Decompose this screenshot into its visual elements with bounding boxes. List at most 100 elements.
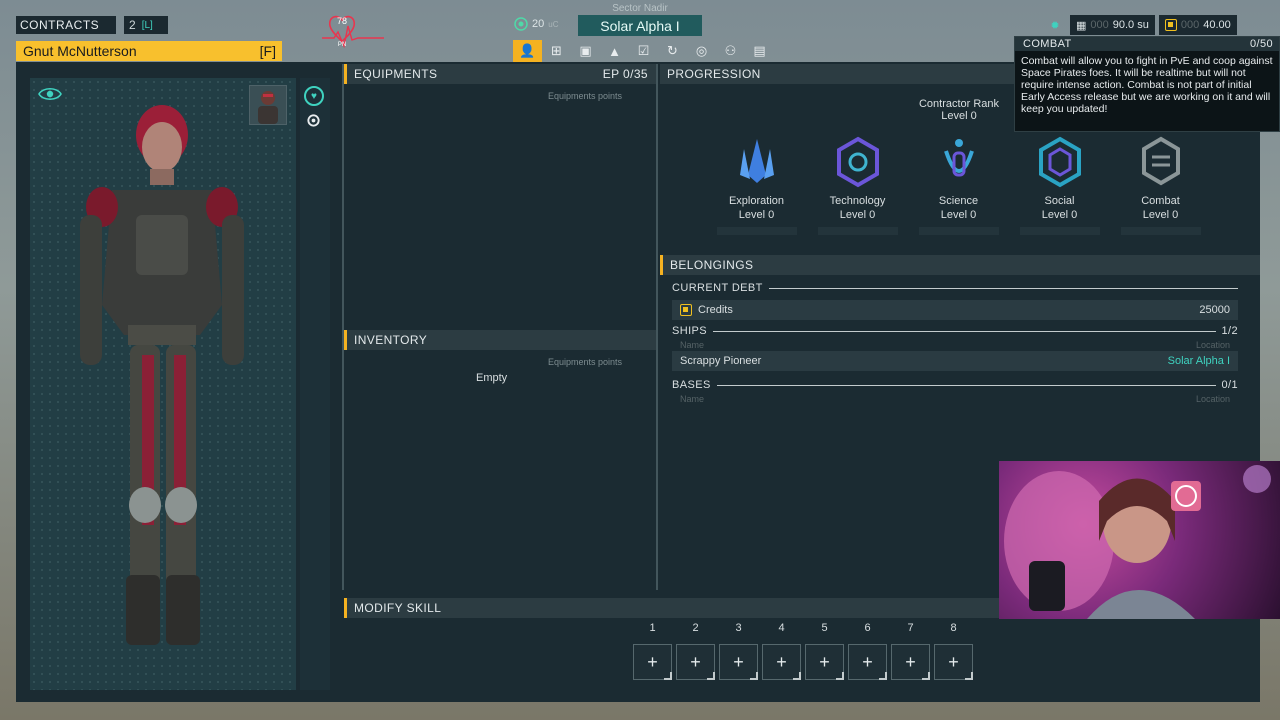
contracts-count: 2	[129, 18, 136, 32]
exploration-icon	[739, 139, 774, 183]
ship-list-item[interactable]: Scrappy Pioneer Solar Alpha I	[672, 351, 1238, 371]
ship-name: Scrappy Pioneer	[680, 355, 762, 367]
bases-count: 0/1	[1221, 379, 1238, 391]
add-skill-button[interactable]: +	[805, 644, 844, 680]
current-location[interactable]: Solar Alpha I	[578, 15, 702, 36]
skill-slot: 4 +	[762, 622, 801, 680]
storage-value: 90.0 su	[1112, 19, 1149, 31]
gear-icon[interactable]	[306, 113, 321, 128]
contracts-count-badge[interactable]: 2 [L]	[124, 16, 168, 34]
contracts-key-hint: [L]	[141, 19, 153, 31]
skill-slot: 5 +	[805, 622, 844, 680]
credit-coin-icon	[514, 17, 528, 31]
add-skill-button[interactable]: +	[719, 644, 758, 680]
tab-log[interactable]: ▤	[745, 40, 774, 62]
contracts-button[interactable]: CONTRACTS	[16, 16, 116, 34]
slot-number: 4	[778, 622, 785, 634]
tab-character[interactable]: 👤	[513, 40, 542, 62]
tab-skill-tree[interactable]: ⊞	[542, 40, 571, 62]
slot-number: 8	[950, 622, 957, 634]
health-monitor: 78 PN	[318, 12, 388, 52]
add-skill-button[interactable]: +	[676, 644, 715, 680]
add-skill-button[interactable]: +	[633, 644, 672, 680]
slot-number: 5	[821, 622, 828, 634]
character-model	[80, 105, 244, 645]
top-credits-value: 20	[532, 18, 545, 30]
sector-label: Sector Nadir	[612, 3, 668, 14]
tab-social[interactable]: ⚇	[716, 40, 745, 62]
skill-tree-icon: ⊞	[551, 43, 562, 58]
slot-number: 3	[735, 622, 742, 634]
tooltip-title: COMBAT	[1023, 38, 1072, 50]
tab-contracts[interactable]: ☑	[629, 40, 658, 62]
contractor-rank-label: Contractor Rank	[918, 98, 1000, 110]
column-location: Location	[1195, 340, 1230, 350]
character-icon: 👤	[519, 43, 536, 58]
skill-slot: 6 +	[848, 622, 887, 680]
equipments-points-label: Equipments points	[548, 91, 623, 101]
combat-tooltip: COMBAT 0/50 Combat will allow you to fig…	[1014, 36, 1280, 132]
credits-chip-icon	[680, 304, 692, 316]
add-skill-button[interactable]: +	[934, 644, 973, 680]
contractor-rank-level: Level 0	[941, 110, 977, 122]
add-skill-button[interactable]: +	[891, 644, 930, 680]
inventory-header: INVENTORY	[344, 330, 656, 350]
storage-indicator: ▦ 000 90.0 su	[1070, 15, 1155, 35]
belongings-header: BELONGINGS	[660, 255, 1260, 275]
divider-line	[713, 330, 1216, 332]
current-debt-label: CURRENT DEBT	[672, 282, 763, 294]
skill-level: Level 0	[1142, 209, 1179, 221]
progression-title: PROGRESSION	[667, 67, 761, 81]
tab-ship[interactable]: ▲	[600, 40, 629, 62]
checklist-icon: ☑	[637, 43, 650, 58]
bases-label: BASES	[672, 379, 711, 391]
credits-label: Credits	[698, 304, 733, 316]
skill-categories: Exploration Level 0 Technology Level 0 S…	[706, 135, 1226, 240]
bases-columns: Name Location	[672, 393, 1238, 405]
top-credits-unit: uC	[548, 19, 559, 29]
ship-location: Solar Alpha I	[1167, 355, 1230, 367]
fuel-indicator: 000 40.00	[1158, 15, 1237, 35]
modify-skill-title: MODIFY SKILL	[354, 601, 442, 615]
inventory-title: INVENTORY	[354, 333, 428, 347]
bug-report-icon[interactable]: ✹	[1044, 15, 1066, 35]
column-name: Name	[680, 340, 705, 350]
slot-number: 2	[692, 622, 699, 634]
webcam-image	[1004, 465, 1271, 619]
credits-row: Credits 25000	[672, 300, 1238, 320]
skill-technology[interactable]: Technology Level 0	[807, 135, 908, 240]
character-name-bar[interactable]: Gnut McNutterson [F]	[16, 41, 282, 61]
inventory-box-icon: ▣	[579, 43, 592, 58]
skill-slot: 8 +	[934, 622, 973, 680]
skill-progress-bar	[716, 227, 797, 235]
webcam-overlay	[999, 461, 1280, 619]
storage-dim-digits: 000	[1090, 19, 1109, 31]
skill-combat[interactable]: Combat Level 0	[1110, 135, 1211, 240]
column-name: Name	[680, 394, 705, 404]
slot-number: 1	[649, 622, 656, 634]
inventory-empty-label: Empty	[476, 372, 508, 384]
tab-history[interactable]: ↻	[658, 40, 687, 62]
column-divider	[656, 64, 658, 590]
add-skill-button[interactable]: +	[848, 644, 887, 680]
skill-progress-bar	[1120, 227, 1201, 235]
favorite-heart-icon[interactable]: ♥	[304, 86, 324, 106]
inventory-points-label: Equipments points	[548, 357, 623, 367]
equipments-title: EQUIPMENTS	[354, 67, 438, 81]
technology-icon	[836, 136, 879, 188]
tab-map[interactable]: ◎	[687, 40, 716, 62]
ships-label: SHIPS	[672, 325, 708, 337]
skill-name: Social	[1044, 195, 1075, 207]
add-skill-button[interactable]: +	[762, 644, 801, 680]
fuel-dim-digits: 000	[1180, 19, 1200, 31]
skill-social[interactable]: Social Level 0	[1009, 135, 1110, 240]
skill-level: Level 0	[1041, 209, 1078, 221]
divider-line	[716, 384, 1216, 386]
side-actions-column	[300, 78, 330, 690]
tab-inventory[interactable]: ▣	[571, 40, 600, 62]
equipments-header: EQUIPMENTS EP 0/35	[344, 64, 656, 84]
top-credits: 20 uC	[514, 17, 558, 31]
bases-row: BASES 0/1	[672, 377, 1238, 393]
skill-science[interactable]: Science Level 0	[908, 135, 1009, 240]
skill-exploration[interactable]: Exploration Level 0	[706, 135, 807, 240]
